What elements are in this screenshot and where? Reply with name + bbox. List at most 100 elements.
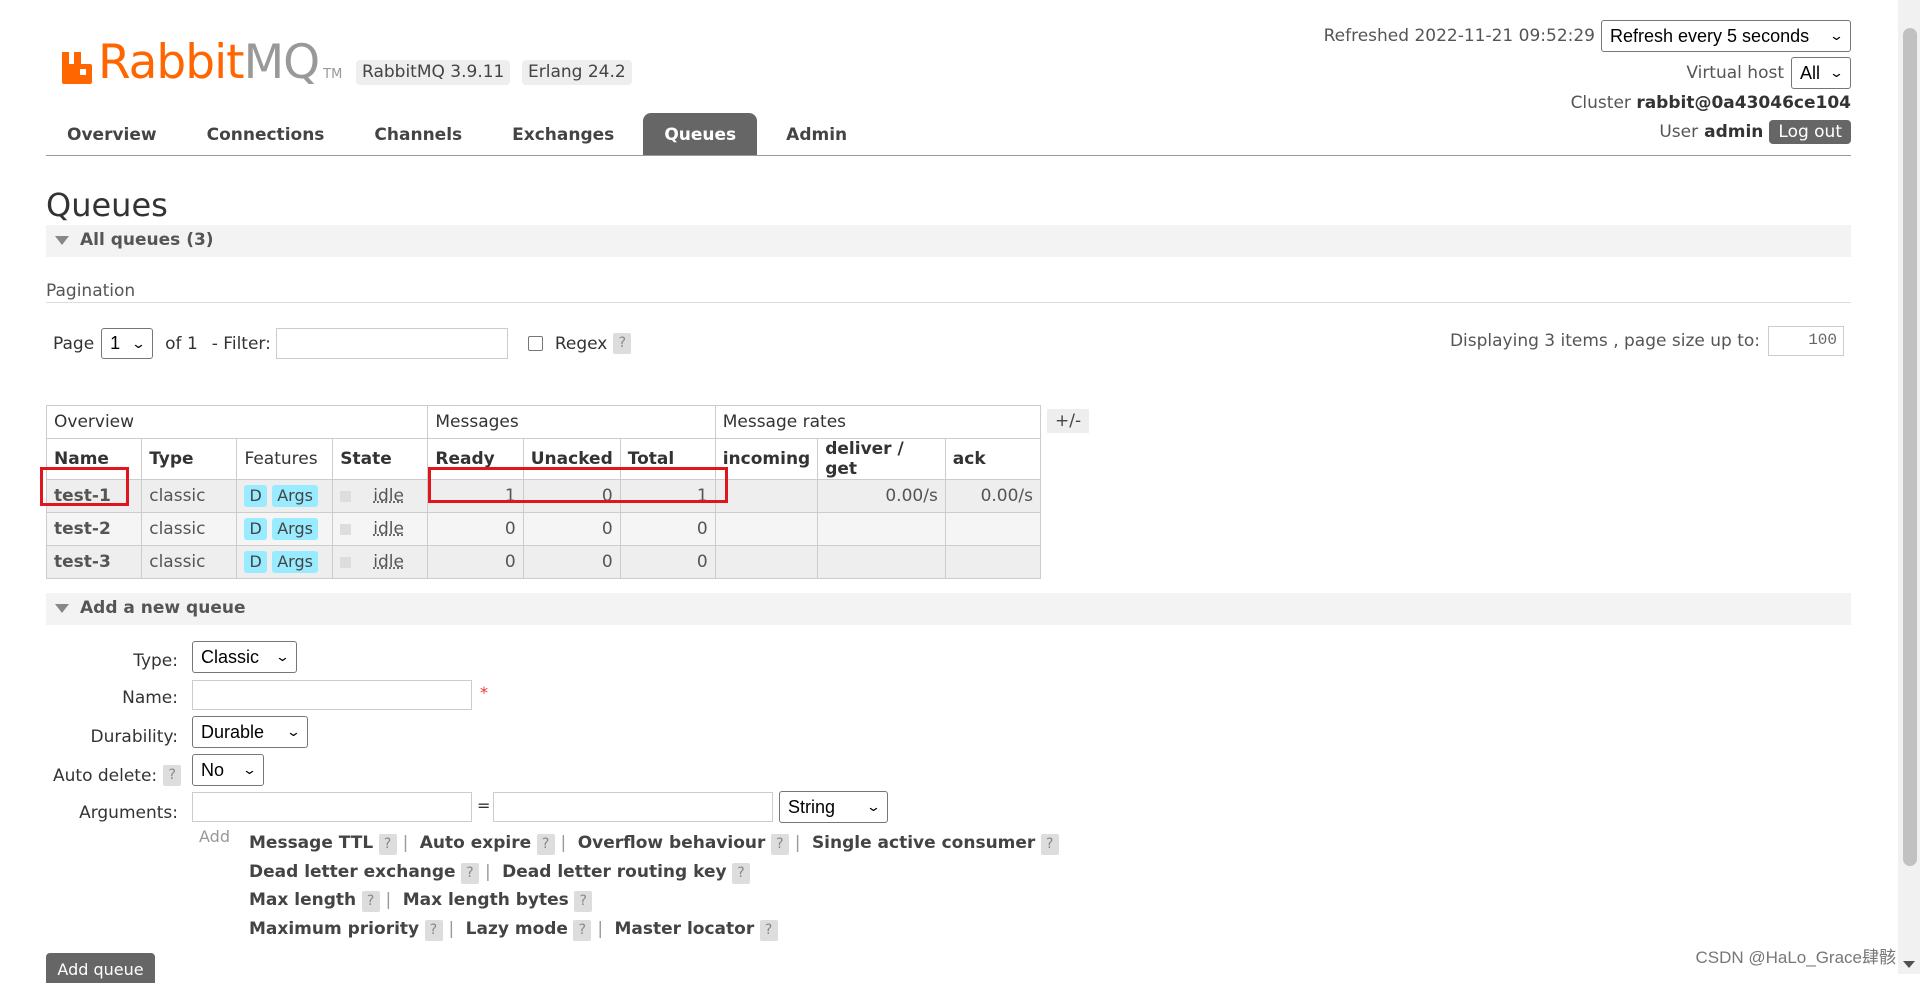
refresh-interval-select[interactable]: Refresh every 5 seconds ⌄	[1601, 20, 1851, 52]
lazy-mode-link[interactable]: Lazy mode	[466, 919, 568, 939]
regex-label: Regex	[554, 333, 608, 354]
tab-connections[interactable]: Connections	[186, 113, 346, 155]
column-header-ack[interactable]: ack	[944, 438, 1042, 480]
argument-shortcuts-row: Dead letter exchange ? | Dead letter rout…	[249, 858, 1059, 887]
page-size-input[interactable]: 100	[1768, 326, 1844, 356]
durability-select[interactable]: Durable ⌄	[192, 716, 308, 748]
queue-state: idle	[332, 512, 429, 546]
cluster-label: Cluster	[1570, 93, 1631, 113]
add-queue-button[interactable]: Add queue	[46, 953, 155, 983]
tab-admin[interactable]: Admin	[765, 113, 868, 155]
chevron-down-icon: ⌄	[1828, 65, 1845, 80]
page-select[interactable]: 1 ⌄	[101, 328, 154, 359]
queue-name-link[interactable]: test-2	[45, 512, 143, 546]
args-tag[interactable]: Args	[272, 485, 318, 507]
help-icon[interactable]: ?	[536, 834, 555, 855]
message-rates-group-header: Message rates	[714, 405, 1042, 439]
durable-tag[interactable]: D	[244, 518, 267, 540]
column-header-type[interactable]: Type	[141, 438, 238, 480]
help-icon[interactable]: ?	[759, 919, 778, 941]
argument-type-select[interactable]: String ⌄	[779, 791, 888, 823]
help-icon[interactable]: ?	[378, 834, 397, 855]
page-label: Page	[53, 333, 95, 354]
collapse-triangle-icon	[55, 236, 69, 245]
vhost-select[interactable]: All ⌄	[1791, 57, 1851, 89]
state-indicator-icon	[340, 523, 352, 535]
scrollbar-thumb[interactable]	[1903, 28, 1917, 866]
auto-delete-help-icon[interactable]: ?	[163, 765, 182, 786]
regex-help-icon[interactable]: ?	[613, 333, 632, 354]
help-icon[interactable]: ?	[424, 919, 443, 941]
column-header-features: Features	[236, 438, 334, 480]
tab-exchanges[interactable]: Exchanges	[491, 113, 635, 155]
durable-tag[interactable]: D	[244, 551, 267, 573]
help-icon[interactable]: ?	[574, 891, 593, 912]
logo-trademark: TM	[323, 67, 343, 82]
unacked-count: 0	[522, 512, 621, 546]
master-locator-link[interactable]: Master locator	[615, 919, 755, 939]
overflow-behaviour-link[interactable]: Overflow behaviour	[578, 833, 766, 853]
help-icon[interactable]: ?	[361, 891, 380, 912]
args-tag[interactable]: Args	[272, 518, 318, 540]
durable-tag[interactable]: D	[244, 485, 267, 507]
help-icon[interactable]: ?	[770, 834, 789, 855]
state-indicator-icon	[340, 490, 352, 502]
queue-type-select[interactable]: Classic ⌄	[192, 641, 297, 673]
single-active-consumer-link[interactable]: Single active consumer	[812, 833, 1035, 853]
dead-letter-exchange-link[interactable]: Dead letter exchange	[249, 862, 456, 882]
ack-rate: 0.00/s	[944, 479, 1042, 513]
max-length-link[interactable]: Max length	[249, 890, 356, 910]
help-icon[interactable]: ?	[573, 919, 592, 941]
auto-delete-label-row: Auto delete: ?	[53, 765, 182, 786]
column-header-deliver-get[interactable]: deliver / get	[817, 438, 946, 480]
highlight-message-counts	[428, 467, 728, 503]
vertical-scrollbar[interactable]	[1898, 0, 1920, 974]
args-tag[interactable]: Args	[272, 551, 318, 573]
tab-queues[interactable]: Queues	[643, 113, 758, 155]
equals-sign: =	[477, 796, 491, 815]
erlang-version-badge: Erlang 24.2	[522, 60, 632, 85]
queue-name-link[interactable]: test-3	[45, 545, 143, 579]
all-queues-section-toggle[interactable]: All queues (3)	[46, 225, 1851, 257]
help-icon[interactable]: ?	[731, 862, 750, 884]
filter-input[interactable]	[275, 328, 508, 359]
column-toggle-button[interactable]: +/-	[1047, 409, 1090, 433]
dead-letter-routing-key-link[interactable]: Dead letter routing key	[502, 862, 726, 882]
queue-features: D Args	[236, 512, 334, 546]
add-queue-section-toggle[interactable]: Add a new queue	[46, 593, 1851, 625]
column-header-incoming[interactable]: incoming	[714, 438, 819, 480]
tab-channels[interactable]: Channels	[353, 113, 483, 155]
add-queue-heading: Add a new queue	[80, 598, 246, 618]
column-header-state[interactable]: State	[332, 438, 429, 480]
rabbitmq-logo[interactable]: RabbitMQ TM	[60, 34, 342, 86]
watermark: CSDN @HaLo_Grace肆骸	[1695, 948, 1896, 967]
help-icon[interactable]: ?	[1040, 834, 1059, 855]
tab-overview[interactable]: Overview	[46, 113, 178, 155]
argument-shortcuts-row: Maximum priority ? | Lazy mode ? | Master …	[249, 915, 1059, 944]
queue-features: D Args	[236, 479, 334, 513]
queue-type: classic	[141, 479, 238, 513]
auto-delete-select[interactable]: No ⌄	[192, 754, 264, 786]
argument-shortcuts-row: Message TTL ? | Auto expire ? | Overflow b…	[249, 829, 1059, 858]
incoming-rate	[714, 479, 819, 513]
queue-name-input[interactable]	[192, 680, 472, 710]
regex-checkbox[interactable]	[527, 336, 543, 351]
scroll-down-arrow-icon[interactable]	[1903, 961, 1915, 968]
max-length-bytes-link[interactable]: Max length bytes	[403, 890, 569, 910]
page-size-controls: Displaying 3 items , page size up to: 10…	[1450, 326, 1844, 356]
ack-rate	[944, 545, 1042, 579]
filter-label: - Filter:	[211, 333, 271, 354]
add-argument-label: Add	[199, 827, 230, 846]
table-row: test-3 classic D Args idle 0 0 0	[45, 545, 1042, 579]
ready-count: 0	[427, 545, 524, 579]
logout-button[interactable]: Log out	[1769, 120, 1851, 144]
auto-expire-link[interactable]: Auto expire	[420, 833, 531, 853]
argument-value-input[interactable]	[493, 792, 773, 822]
maximum-priority-link[interactable]: Maximum priority	[249, 919, 419, 939]
message-ttl-link[interactable]: Message TTL	[249, 833, 373, 853]
vhost-row: Virtual host All ⌄	[1686, 57, 1851, 89]
main-nav: Overview Connections Channels Exchanges …	[46, 113, 868, 155]
queue-type: classic	[141, 512, 238, 546]
help-icon[interactable]: ?	[461, 862, 479, 884]
argument-key-input[interactable]	[192, 792, 472, 822]
